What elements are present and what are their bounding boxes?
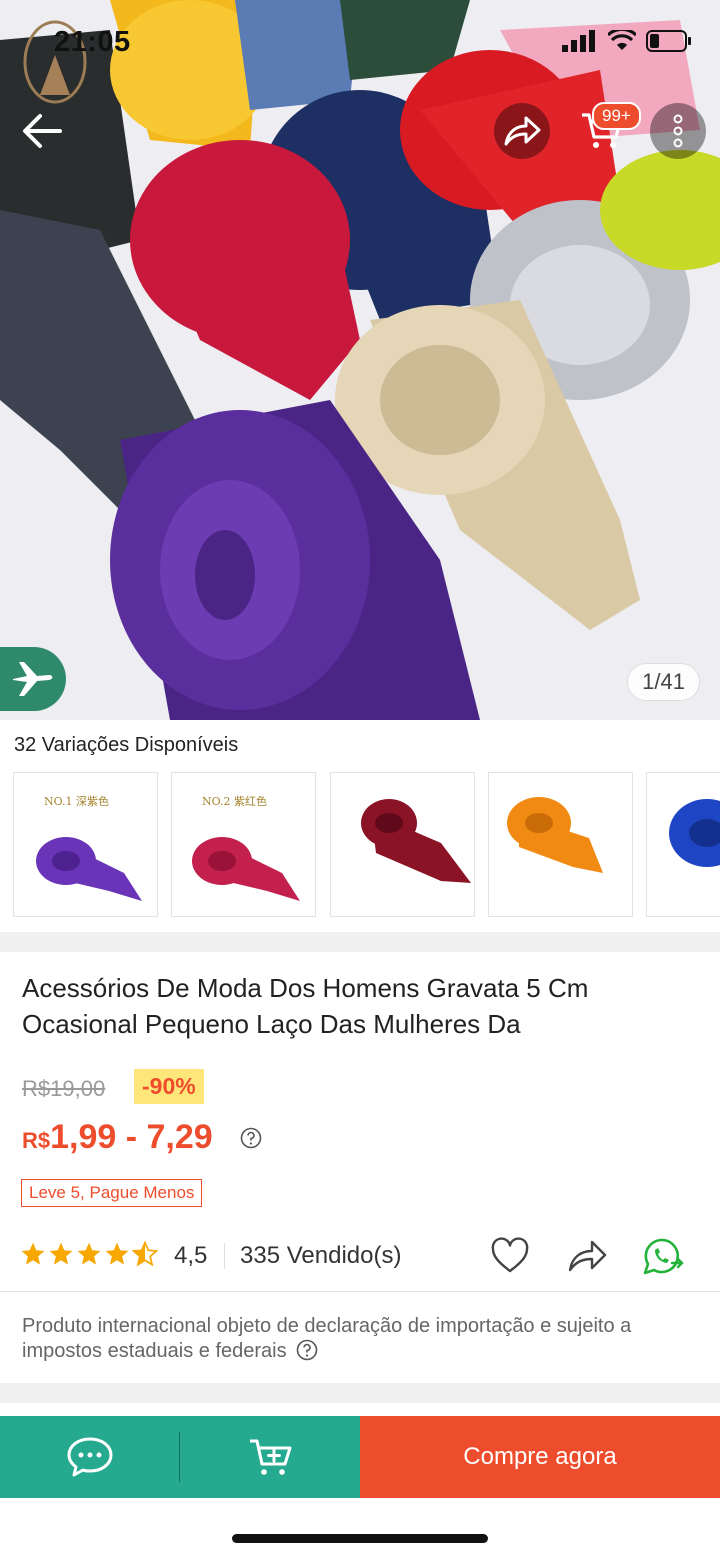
- whatsapp-icon: [643, 1238, 684, 1275]
- variation-thumb[interactable]: NO.1 深紫色: [13, 772, 158, 917]
- buy-now-button[interactable]: Compre agora: [360, 1416, 720, 1498]
- half-star-icon: [132, 1241, 158, 1267]
- international-shipping-badge[interactable]: [0, 647, 66, 711]
- cellular-signal-icon: [562, 30, 595, 52]
- variation-thumb[interactable]: [330, 772, 475, 917]
- more-vertical-icon: [673, 114, 683, 148]
- product-title: Acessórios De Moda Dos Homens Gravata 5 …: [22, 973, 589, 1039]
- variations-title: 32 Variações Disponíveis: [14, 734, 239, 756]
- variation-thumb[interactable]: [646, 772, 720, 917]
- battery-icon: [646, 30, 691, 52]
- price-currency: R$: [22, 1128, 51, 1153]
- divider: [224, 1243, 225, 1269]
- rating-row: 4,5 335 Vendido(s): [20, 1237, 710, 1277]
- divider: [179, 1416, 181, 1498]
- share-icon: [504, 116, 541, 146]
- star-icon: [77, 1242, 101, 1265]
- add-to-cart-icon: [249, 1439, 291, 1475]
- section-divider: [0, 1383, 720, 1403]
- status-time: 21:05: [54, 26, 131, 58]
- star-icon: [49, 1242, 73, 1265]
- tie-thumbnail: [361, 799, 471, 883]
- star-icon: [105, 1242, 129, 1265]
- tie-thumbnail: [669, 799, 720, 867]
- chat-button[interactable]: [0, 1416, 179, 1498]
- share-product-button[interactable]: [566, 1237, 608, 1280]
- variation-label: NO.1 深紫色: [44, 795, 109, 808]
- rating-stars: [20, 1241, 158, 1267]
- original-price: R$19,00: [22, 1076, 106, 1101]
- image-counter: 1/41: [627, 663, 700, 701]
- star-icon: [21, 1242, 45, 1265]
- back-button[interactable]: [14, 103, 70, 159]
- share-icon: [568, 1240, 607, 1272]
- discount-badge: -90%: [134, 1069, 204, 1104]
- share-button[interactable]: [494, 103, 550, 159]
- home-indicator[interactable]: [232, 1534, 488, 1543]
- price-range: 1,99 - 7,29: [50, 1118, 213, 1156]
- promo-tag[interactable]: Leve 5, Pague Menos: [21, 1179, 203, 1207]
- divider-line: [0, 1291, 720, 1292]
- rating-value: 4,5: [174, 1242, 208, 1269]
- heart-icon: [491, 1237, 529, 1273]
- import-notice: Produto internacional objeto de declaraç…: [22, 1314, 708, 1364]
- variation-label: NO.2 紫红色: [202, 795, 267, 808]
- price: R$1,99 - 7,29: [22, 1118, 213, 1157]
- tie-thumbnail: [507, 797, 603, 873]
- variation-thumbnails[interactable]: NO.1 深紫色 NO.2 紫红色: [13, 772, 720, 918]
- more-options-button[interactable]: [650, 103, 706, 159]
- variation-thumb[interactable]: [488, 772, 633, 917]
- arrow-left-icon: [23, 114, 62, 148]
- sold-count: 335 Vendido(s): [240, 1242, 402, 1269]
- import-notice-text: Produto internacional objeto de declaraç…: [22, 1315, 632, 1362]
- help-circle-icon[interactable]: [296, 1339, 318, 1361]
- chat-icon: [67, 1437, 112, 1477]
- section-divider: [0, 932, 720, 952]
- price-help-icon[interactable]: [240, 1127, 262, 1154]
- favorite-button[interactable]: [490, 1237, 530, 1280]
- whatsapp-share-button[interactable]: [642, 1237, 686, 1282]
- wifi-icon: [608, 30, 636, 50]
- status-icons: [562, 30, 692, 52]
- add-to-cart-button[interactable]: [181, 1416, 360, 1498]
- cart-count-badge: 99+: [592, 102, 641, 130]
- status-bar: 21:05: [0, 0, 720, 88]
- help-circle-icon: [240, 1127, 262, 1149]
- bottom-action-bar: Compre agora: [0, 1416, 720, 1498]
- variation-thumb[interactable]: NO.2 紫红色: [171, 772, 316, 917]
- airplane-icon: [13, 662, 53, 696]
